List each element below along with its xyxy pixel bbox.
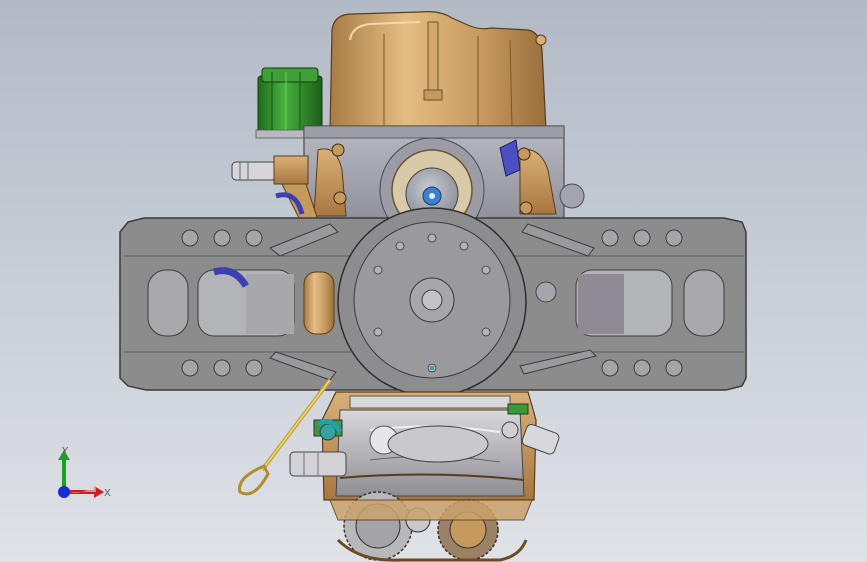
engine-model[interactable] (0, 0, 867, 562)
valve-cover[interactable] (329, 11, 547, 131)
z-axis-dot (58, 486, 70, 498)
reference-triad: Y X (58, 446, 111, 499)
timing-gears[interactable] (329, 491, 533, 562)
oil-pressure-fitting[interactable] (231, 155, 319, 221)
dipstick[interactable] (238, 378, 332, 496)
graphics-viewport[interactable]: Y X (0, 0, 867, 562)
flywheel[interactable] (337, 207, 527, 397)
oil-pan[interactable] (321, 391, 537, 501)
x-axis-label: X (104, 488, 111, 499)
y-axis-label: Y (61, 446, 69, 457)
